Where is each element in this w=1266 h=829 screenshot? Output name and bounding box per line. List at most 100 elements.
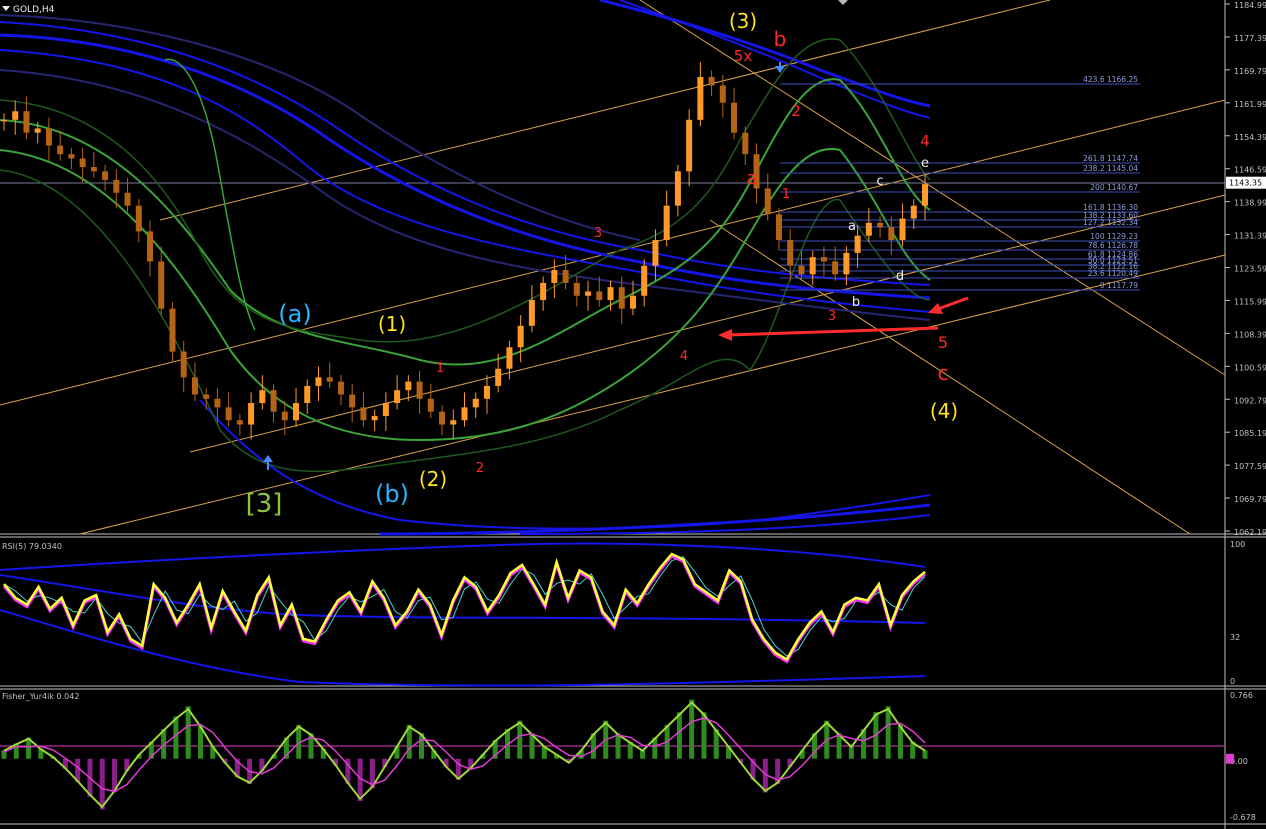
current-price-label: 1143.35 (1229, 179, 1262, 188)
candle-body (337, 381, 344, 395)
fisher-bar (185, 706, 191, 759)
candle-body (832, 261, 839, 275)
candle-body (180, 351, 187, 378)
fib-level-label: 23.6 1120.49 (1088, 269, 1138, 278)
fisher-bar (517, 720, 523, 759)
candle-body (607, 287, 614, 301)
wave-label: e (921, 156, 929, 171)
red-arrow-long (727, 326, 939, 337)
wave-label: c (938, 361, 949, 385)
candle-body (23, 111, 30, 133)
candle-body (405, 381, 412, 391)
fib-level-label: 423.6 1166.25 (1083, 75, 1138, 84)
candle-body (596, 291, 603, 301)
candle-body (68, 154, 75, 159)
wave-label: (b) (375, 480, 409, 508)
price-tick-label: 1069.79 (1234, 495, 1266, 504)
wave-labels: (3) b 5x 2 4 e a 1 c a d b 3 3 4 5 c (4) (a) (1) 1 (2) 2 (b) [3] (246, 9, 959, 519)
wave-label: [3] (246, 489, 283, 519)
candle-body (865, 222, 872, 236)
ma-blue-low-2 (379, 503, 931, 536)
candle-body (641, 265, 648, 296)
fisher-panel: Fisher_Yur4ik 0.042 0.7660.00-0.678 (1, 691, 1256, 822)
candle-body (562, 270, 569, 283)
ma-blue-low-1 (199, 399, 931, 530)
fisher-bar (689, 699, 695, 759)
rsi-panel: RSI(5) 79.0340 100 32 0 (2, 540, 1245, 686)
candle-body (360, 407, 367, 421)
candle-body (12, 111, 19, 120)
wave-label: b (774, 27, 787, 51)
candle-body (686, 119, 693, 172)
red-arrow-short (937, 296, 969, 311)
candle-body (910, 205, 917, 219)
candle-body (439, 411, 446, 425)
candle-body (787, 239, 794, 266)
fib-level-label: 238.2 1145.04 (1083, 164, 1138, 173)
wave-label: b (852, 295, 860, 310)
fisher-bar (922, 750, 928, 759)
fisher-line (3, 701, 926, 809)
dropdown-triangle-icon[interactable] (2, 6, 10, 11)
price-tick-label: 1154.39 (1234, 133, 1266, 142)
wave-label: (1) (378, 312, 406, 336)
price-tick-label: 1161.99 (1234, 100, 1266, 109)
fib-level-label: 127.2 1132.34 (1083, 218, 1138, 227)
candle-body (922, 184, 928, 206)
candle-body (517, 325, 524, 348)
shift-marker-icon[interactable] (838, 0, 848, 5)
wave-label: (4) (930, 399, 958, 423)
price-tick-label: 1115.99 (1234, 297, 1266, 306)
fib-level-label: 0 1117.79 (1100, 281, 1138, 290)
candle-body (450, 420, 457, 425)
ma-dark-2 (0, 14, 641, 241)
candle-body (45, 128, 52, 146)
price-tick-label: 1146.59 (1234, 166, 1266, 175)
price-tick-label: 1123.59 (1234, 265, 1266, 274)
price-tick-label: 1138.99 (1234, 199, 1266, 208)
candle-body (472, 398, 479, 408)
candle-body (663, 205, 670, 240)
candle-body (528, 300, 535, 326)
candle-body (191, 377, 198, 395)
candle-body (809, 257, 816, 275)
fib-level-label: 200 1140.67 (1090, 183, 1138, 192)
candle-body (899, 218, 906, 240)
candle-body (147, 231, 154, 262)
fib-level-label: 100 1129.23 (1090, 232, 1138, 241)
price-tick-label: 1085.19 (1234, 429, 1266, 438)
red-arrowhead (718, 329, 732, 341)
candle-body (34, 128, 41, 133)
candle-body (113, 179, 120, 193)
price-tick-label: 1100.59 (1234, 363, 1266, 372)
wave-label: 2 (791, 102, 801, 120)
candle-body (551, 270, 558, 283)
price-candles (1, 61, 928, 440)
candle-body (135, 205, 142, 232)
candle-body (708, 76, 715, 86)
fisher-signal-line (3, 717, 926, 793)
candle-body (1, 119, 7, 122)
price-tick-label: 1108.39 (1234, 330, 1266, 339)
fib-level-label: 261.8 1147.74 (1083, 154, 1138, 163)
candle-body (585, 291, 592, 296)
price-tick-label: 1062.19 (1234, 528, 1266, 537)
candle-body (618, 287, 625, 309)
rsi-band-lower (0, 609, 926, 687)
price-tick-label: 1177.39 (1234, 34, 1266, 43)
wave-label: 3 (594, 226, 602, 241)
symbol-title: GOLD,H4 (2, 5, 55, 15)
candle-body (326, 377, 333, 382)
fisher-bar (615, 733, 621, 759)
candle-body (90, 167, 97, 172)
candle-body (854, 235, 861, 253)
candle-body (158, 261, 165, 309)
candle-body (798, 265, 805, 275)
candle-body (382, 403, 389, 416)
candle-body (124, 192, 131, 206)
candle-body (259, 390, 266, 404)
wave-label: 1 (436, 361, 444, 376)
candle-body (293, 403, 300, 421)
wave-label: (2) (419, 467, 447, 491)
wave-label: (3) (729, 9, 757, 33)
